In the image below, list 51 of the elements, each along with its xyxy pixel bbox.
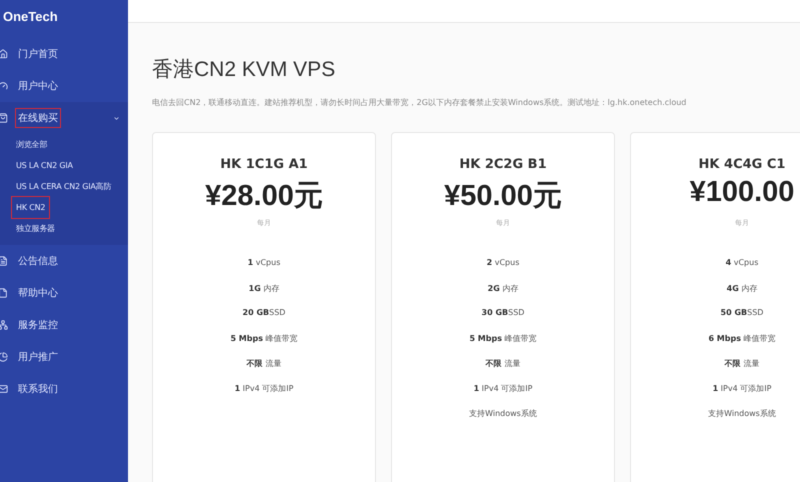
brand-logo[interactable]: OneTech	[0, 0, 128, 38]
submenu-item[interactable]: US LA CERA CN2 GIA高防	[12, 176, 116, 197]
plan-feature: 4 vCpus	[726, 258, 758, 267]
plan-feature: 30 GBSSD	[482, 308, 524, 317]
caret-icon	[113, 114, 120, 122]
nav-item[interactable]: 帮助中心	[16, 284, 60, 302]
plan-price: ¥50.00元	[444, 179, 562, 212]
plan-feature: 不限 流量	[246, 359, 282, 368]
submenu-item[interactable]: 独立服务器	[12, 218, 60, 239]
plan-feature: 2G 内存	[488, 284, 518, 293]
nav-item[interactable]: 用户推广	[16, 348, 60, 366]
plan-feature: 1G 内存	[248, 284, 280, 293]
plan-feature: 5 Mbps 峰值带宽	[469, 334, 537, 343]
plan-name: HK 4C4G C1	[698, 157, 786, 172]
nav-item[interactable]: 联系我们	[16, 380, 60, 398]
plan-price: ¥100.00	[690, 176, 794, 210]
plan-feature: 1 IPv4 可添加IP	[712, 384, 772, 393]
page-title: 香港CN2 KVM VPS	[152, 57, 336, 83]
submenu-item[interactable]: HK CN2	[12, 197, 50, 218]
plan-feature: 2 vCpus	[486, 258, 520, 267]
plan-feature: 1 IPv4 可添加IP	[234, 384, 294, 393]
nav-item[interactable]: 服务监控	[16, 316, 60, 334]
plan-feature: 不限 流量	[486, 359, 520, 368]
plan-feature: 支持Windows系统	[708, 409, 776, 418]
nav-item[interactable]: 用户中心	[16, 77, 60, 95]
nav-item[interactable]: 门户首页	[16, 45, 60, 63]
nav-item[interactable]: 公告信息	[16, 252, 60, 270]
plan-feature: 20 GBSSD	[242, 308, 286, 317]
plan-feature: 支持Windows系统	[469, 409, 537, 418]
home-icon	[0, 49, 8, 59]
mail-icon	[0, 384, 8, 394]
network-icon	[0, 320, 8, 330]
plan-feature: 6 Mbps 峰值带宽	[708, 334, 776, 343]
plan-feature: 5 Mbps 峰值带宽	[230, 334, 298, 343]
shopping-bag-icon	[0, 113, 8, 123]
plan-feature: 4G 内存	[726, 284, 758, 293]
file-icon	[0, 288, 8, 298]
page-description: 电信去回CN2，联通移动直连。建站推荐机型，请勿长时间占用大量带宽，2G以下内存套餐禁止安装Windows系统。测试地址：lg.hk.onetech.cloud	[152, 97, 688, 108]
plan-feature: 1 vCpus	[248, 258, 280, 267]
nav-item[interactable]: 在线购买	[16, 109, 60, 127]
plan-price: ¥28.00元	[205, 179, 323, 212]
submenu-item[interactable]: US LA CN2 GIA	[12, 155, 77, 176]
plan-feature: 1 IPv4 可添加IP	[474, 384, 532, 393]
plan-feature: 不限 流量	[724, 359, 760, 368]
submenu-item[interactable]: 浏览全部	[12, 134, 52, 155]
pie-chart-icon	[0, 352, 8, 362]
gauge-icon	[0, 81, 8, 91]
document-icon	[0, 256, 8, 266]
plan-name: HK 1C1G A1	[220, 157, 308, 172]
plan-name: HK 2C2G B1	[459, 157, 547, 172]
plan-feature: 50 GBSSD	[720, 308, 764, 317]
